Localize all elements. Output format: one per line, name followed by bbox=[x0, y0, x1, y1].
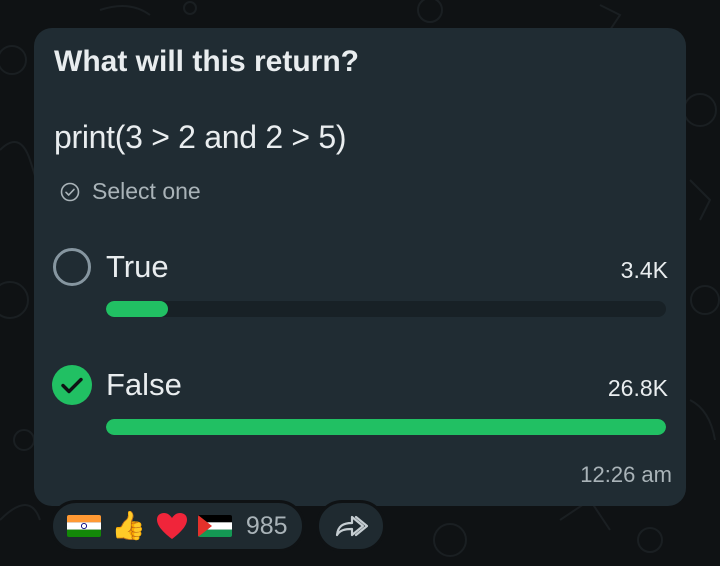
radio-unselected-icon[interactable] bbox=[52, 247, 92, 287]
check-circle-icon bbox=[60, 182, 80, 201]
poll-option-false[interactable]: False 26.8K bbox=[52, 365, 668, 445]
poll-option-true[interactable]: True 3.4K bbox=[52, 247, 668, 327]
select-one-hint: Select one bbox=[60, 178, 201, 205]
radio-selected-check-icon[interactable] bbox=[52, 365, 92, 405]
forward-icon bbox=[335, 515, 368, 537]
option-progress-track bbox=[106, 419, 666, 435]
option-progress-fill bbox=[106, 419, 666, 435]
poll-message-bubble: What will this return? print(3 > 2 and 2… bbox=[34, 28, 686, 506]
option-progress-fill bbox=[106, 301, 168, 317]
option-vote-count[interactable]: 3.4K bbox=[621, 257, 668, 284]
thumbs-up-icon: 👍 bbox=[111, 510, 146, 541]
poll-code-snippet: print(3 > 2 and 2 > 5) bbox=[54, 119, 347, 155]
option-label: True bbox=[106, 249, 169, 284]
poll-question: What will this return? bbox=[54, 45, 359, 78]
option-vote-count[interactable]: 26.8K bbox=[608, 375, 668, 402]
reactions-pill[interactable]: 👍 985 bbox=[50, 500, 305, 552]
flag-india-icon bbox=[67, 515, 101, 537]
flag-palestine-icon bbox=[197, 515, 232, 537]
reaction-count: 985 bbox=[245, 511, 288, 540]
option-progress-track bbox=[106, 301, 666, 317]
message-timestamp: 12:26 am bbox=[580, 462, 672, 487]
forward-button[interactable] bbox=[316, 500, 386, 552]
option-label: False bbox=[106, 367, 182, 402]
select-one-label: Select one bbox=[92, 178, 201, 204]
red-heart-icon bbox=[156, 512, 188, 540]
